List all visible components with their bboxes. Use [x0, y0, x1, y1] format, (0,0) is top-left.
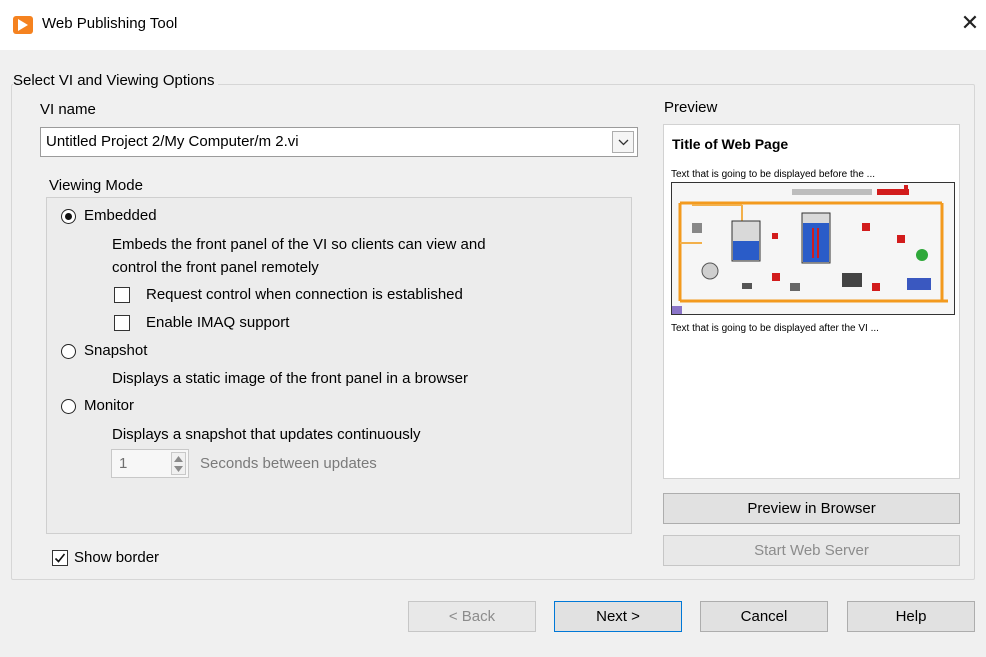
snapshot-label[interactable]: Snapshot — [84, 342, 147, 359]
preview-text-after: Text that is going to be displayed after… — [671, 323, 879, 334]
request-control-checkbox[interactable] — [114, 287, 130, 303]
vi-name-value: Untitled Project 2/My Computer/m 2.vi — [46, 133, 299, 150]
labview-app-icon — [13, 16, 33, 34]
dropdown-button[interactable] — [612, 131, 634, 153]
enable-imaq-checkbox[interactable] — [114, 315, 130, 331]
help-button[interactable]: Help — [847, 601, 975, 632]
enable-imaq-label[interactable]: Enable IMAQ support — [146, 314, 289, 331]
up-arrow-icon — [174, 456, 183, 462]
show-border-checkbox[interactable] — [52, 550, 68, 566]
options-group-title: Select VI and Viewing Options — [13, 72, 218, 89]
front-panel-thumbnail — [671, 182, 955, 315]
snapshot-radio[interactable] — [61, 344, 76, 359]
request-control-label[interactable]: Request control when connection is estab… — [146, 286, 463, 303]
stepper-arrows — [171, 452, 186, 475]
embedded-description-line1: Embeds the front panel of the VI so clie… — [112, 236, 486, 253]
down-arrow-icon — [174, 466, 183, 472]
seconds-value: 1 — [119, 455, 128, 472]
cancel-button[interactable]: Cancel — [700, 601, 828, 632]
chevron-down-icon — [618, 139, 629, 146]
next-button[interactable]: Next > — [554, 601, 682, 632]
preview-label: Preview — [664, 99, 718, 116]
window-title: Web Publishing Tool — [42, 15, 178, 32]
close-icon[interactable]: ✕ — [958, 10, 982, 36]
embedded-radio[interactable] — [61, 209, 76, 224]
checkmark-icon — [54, 553, 66, 563]
preview-pane: Title of Web Page Text that is going to … — [663, 124, 960, 479]
show-border-label[interactable]: Show border — [74, 549, 159, 566]
monitor-description: Displays a snapshot that updates continu… — [112, 426, 421, 443]
snapshot-description: Displays a static image of the front pan… — [112, 370, 469, 387]
viewing-mode-label: Viewing Mode — [49, 177, 143, 194]
preview-in-browser-button[interactable]: Preview in Browser — [663, 493, 960, 524]
embedded-description-line2: control the front panel remotely — [112, 259, 319, 276]
seconds-stepper: 1 — [111, 449, 189, 478]
vi-name-dropdown[interactable]: Untitled Project 2/My Computer/m 2.vi — [40, 127, 638, 157]
monitor-label[interactable]: Monitor — [84, 397, 134, 414]
seconds-label: Seconds between updates — [200, 455, 377, 472]
preview-page-title: Title of Web Page — [672, 136, 789, 152]
monitor-radio[interactable] — [61, 399, 76, 414]
vi-name-label: VI name — [40, 101, 96, 118]
embedded-label[interactable]: Embedded — [84, 207, 157, 224]
title-bar: Web Publishing Tool ✕ — [0, 0, 986, 50]
back-button[interactable]: < Back — [408, 601, 536, 632]
start-web-server-button[interactable]: Start Web Server — [663, 535, 960, 566]
preview-text-before: Text that is going to be displayed befor… — [671, 169, 876, 180]
